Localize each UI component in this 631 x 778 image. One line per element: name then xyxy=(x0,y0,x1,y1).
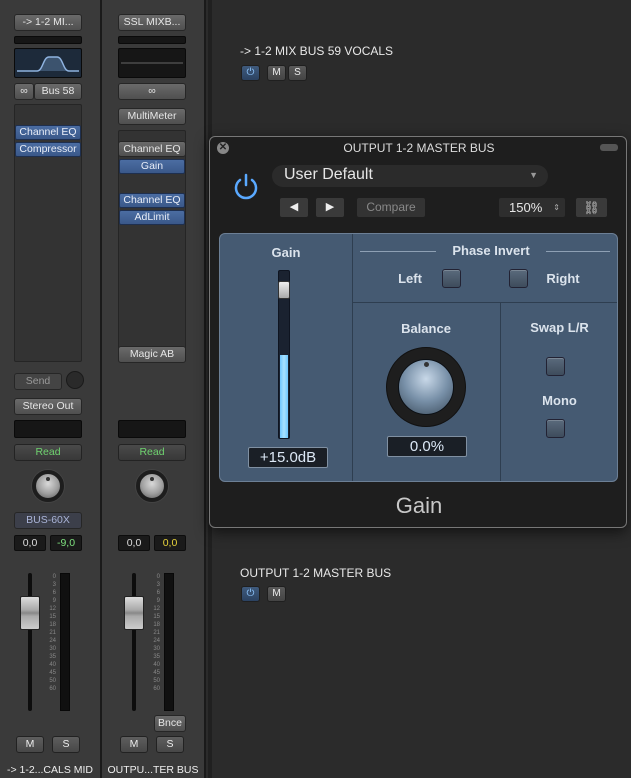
swap-checkbox[interactable] xyxy=(546,357,565,376)
preset-name: User Default xyxy=(284,166,373,183)
eq-flat-icon xyxy=(121,62,183,64)
track-power-button[interactable]: ⏻ xyxy=(241,65,260,81)
eq-thumbnail[interactable] xyxy=(118,48,186,78)
panel-divider xyxy=(352,302,617,303)
left-label: Left xyxy=(398,271,422,286)
gain-slider[interactable] xyxy=(278,270,290,439)
pan-knob[interactable] xyxy=(136,470,168,502)
output-routing-button[interactable]: -> 1-2 MI... xyxy=(14,14,82,31)
group-label[interactable]: BUS-60X xyxy=(14,512,82,529)
mono-checkbox[interactable] xyxy=(546,419,565,438)
link-icon[interactable]: ⛓ xyxy=(576,198,607,217)
strip-divider xyxy=(204,0,206,778)
balance-value[interactable]: 0.0% xyxy=(387,436,467,457)
volume-readout[interactable]: 0,0 xyxy=(14,535,46,551)
track-solo-button[interactable]: S xyxy=(288,65,307,81)
insert-channel-eq-2[interactable]: Channel EQ xyxy=(119,193,185,208)
insert-magic-ab[interactable]: Magic AB xyxy=(118,346,186,363)
link-button[interactable]: ∞ xyxy=(14,83,34,100)
eq-curve-icon xyxy=(17,56,79,72)
mute-button[interactable]: M xyxy=(16,736,44,753)
pan-knob[interactable] xyxy=(32,470,64,502)
insert-channel-eq[interactable]: Channel EQ xyxy=(118,141,186,157)
phase-line-right xyxy=(546,251,610,252)
track-title-master[interactable]: OUTPUT 1-2 MASTER BUS xyxy=(240,566,391,580)
link-icon: ∞ xyxy=(148,85,156,97)
resize-handle[interactable] xyxy=(600,144,618,151)
automation-mode-button[interactable]: Read xyxy=(14,444,82,461)
swap-label: Swap L/R xyxy=(530,320,589,335)
level-meter xyxy=(60,573,70,711)
next-preset-button[interactable]: ▶ xyxy=(316,198,344,217)
gain-plugin-panel: Gain +15.0dB Phase Invert Left Right Bal… xyxy=(219,233,618,482)
meter-scale: 0 3 6 9 12 15 18 21 24 30 35 40 45 50 60 xyxy=(49,574,56,692)
track-mute-button[interactable]: M xyxy=(267,586,286,602)
bounce-button[interactable]: Bnce xyxy=(154,715,186,732)
balance-indicator xyxy=(424,362,429,367)
link-button[interactable]: ∞ xyxy=(118,83,186,100)
plugin-name: Gain xyxy=(395,493,443,518)
send-slot[interactable]: Send xyxy=(14,373,62,390)
group-slot[interactable] xyxy=(14,420,82,438)
volume-readout[interactable]: 0,0 xyxy=(118,535,150,551)
power-icon: ⏻ xyxy=(246,588,255,599)
peak-readout[interactable]: 0,0 xyxy=(154,535,186,551)
volume-fader-track xyxy=(132,573,136,711)
panel-divider xyxy=(352,234,353,481)
phase-line-left xyxy=(360,251,436,252)
compare-button[interactable]: Compare xyxy=(357,198,425,217)
insert-adlimit[interactable]: AdLimit xyxy=(119,210,185,225)
gain-slider-handle[interactable] xyxy=(278,281,290,299)
gain-slider-fill xyxy=(280,354,288,438)
phase-left-checkbox[interactable] xyxy=(442,269,461,288)
input-routing-button[interactable]: SSL MIXB... xyxy=(118,14,186,31)
volume-fader[interactable] xyxy=(124,596,144,630)
right-label: Right xyxy=(546,271,580,286)
input-slot[interactable] xyxy=(14,36,82,44)
balance-knob[interactable] xyxy=(386,347,466,427)
phase-invert-label: Phase Invert xyxy=(452,243,530,258)
strip-name[interactable]: OUTPU...TER BUS xyxy=(102,762,204,778)
send-knob-icon[interactable] xyxy=(66,371,84,389)
output-select-button[interactable]: Stereo Out xyxy=(14,398,82,415)
gain-label: Gain xyxy=(271,245,301,260)
power-icon: ⏻ xyxy=(246,67,255,78)
volume-fader[interactable] xyxy=(20,596,40,630)
balance-label: Balance xyxy=(401,321,451,336)
insert-multimeter[interactable]: MultiMeter xyxy=(118,108,186,125)
mute-button[interactable]: M xyxy=(120,736,148,753)
insert-slot-2[interactable]: Compressor xyxy=(15,142,81,157)
chevron-down-icon: ▼ xyxy=(529,170,538,180)
window-title: OUTPUT 1-2 MASTER BUS xyxy=(343,141,495,155)
track-title-vocals[interactable]: -> 1-2 MIX BUS 59 VOCALS xyxy=(240,44,393,58)
link-icon: ∞ xyxy=(20,85,28,97)
strip-name[interactable]: -> 1-2...CALS MID xyxy=(0,762,100,778)
peak-readout[interactable]: -9,0 xyxy=(50,535,82,551)
gain-value[interactable]: +15.0dB xyxy=(248,447,328,468)
stepper-icon: ⇕ xyxy=(553,203,560,212)
solo-button[interactable]: S xyxy=(156,736,184,753)
eq-thumbnail[interactable] xyxy=(14,48,82,78)
bypass-power-icon[interactable] xyxy=(232,172,260,200)
meter-scale: 0 3 6 9 12 15 18 21 24 30 35 40 45 50 60 xyxy=(153,574,160,692)
automation-mode-button[interactable]: Read xyxy=(118,444,186,461)
preset-select[interactable]: User Default ▼ xyxy=(272,165,548,187)
mono-label: Mono xyxy=(542,393,577,408)
insert-gain[interactable]: Gain xyxy=(119,159,185,174)
track-power-button[interactable]: ⏻ xyxy=(241,586,260,602)
level-meter xyxy=(164,573,174,711)
zoom-value: 150% xyxy=(509,200,543,215)
bus-button[interactable]: Bus 58 xyxy=(34,83,82,100)
zoom-select[interactable]: 150% ⇕ xyxy=(499,198,565,217)
input-slot[interactable] xyxy=(118,36,186,44)
solo-button[interactable]: S xyxy=(52,736,80,753)
phase-right-checkbox[interactable] xyxy=(509,269,528,288)
output-slot[interactable] xyxy=(118,420,186,438)
volume-fader-track xyxy=(28,573,32,711)
insert-slot-1[interactable]: Channel EQ xyxy=(15,125,81,140)
plugin-window: ✕ OUTPUT 1-2 MASTER BUS User Default ▼ ◀… xyxy=(209,136,627,528)
track-mute-button[interactable]: M xyxy=(267,65,286,81)
balance-knob-cap xyxy=(398,359,454,415)
prev-preset-button[interactable]: ◀ xyxy=(280,198,308,217)
